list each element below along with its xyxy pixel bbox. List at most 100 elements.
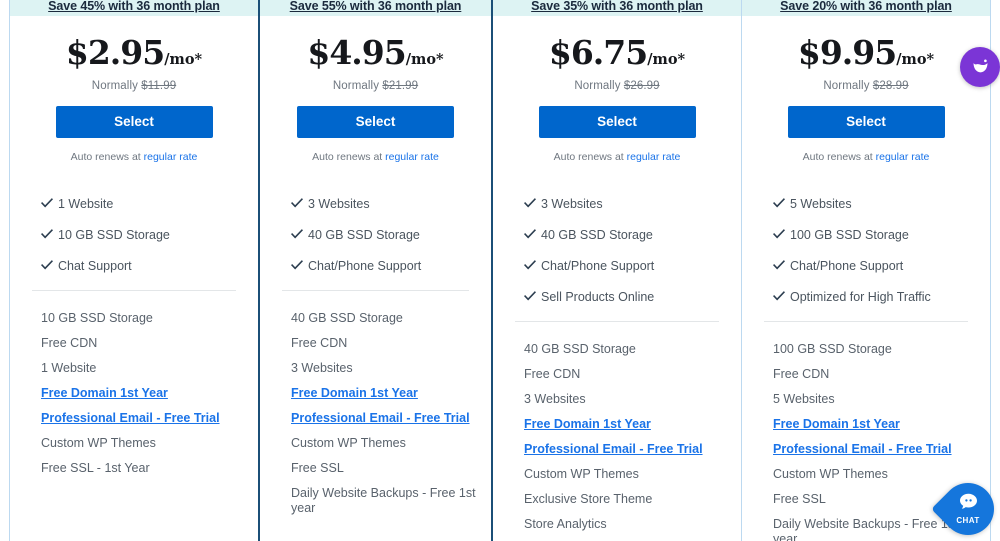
- plan-highlight-item: Optimized for High Traffic: [773, 290, 990, 305]
- plan-renew-note: Auto renews at regular rate: [553, 151, 681, 163]
- check-icon: [41, 197, 53, 211]
- plan-savings-ribbon: Save 55% with 36 month plan: [260, 0, 491, 16]
- plan-highlights-list: 3 Websites 40 GB SSD Storage Chat/Phone Su…: [260, 197, 491, 274]
- plan-highlight-item: 40 GB SSD Storage: [291, 228, 491, 243]
- plan-feature-item: Custom WP Themes: [773, 467, 888, 481]
- plan-highlight-label: 40 GB SSD Storage: [541, 228, 653, 242]
- plan-highlight-label: Chat/Phone Support: [790, 259, 904, 273]
- plan-highlight-item: Chat/Phone Support: [524, 259, 741, 274]
- plan-price: $4.95/mo*: [307, 33, 444, 72]
- select-button[interactable]: Select: [297, 106, 454, 138]
- plan-highlight-label: 5 Websites: [790, 197, 852, 211]
- check-icon: [773, 197, 785, 211]
- check-icon: [524, 259, 536, 273]
- plan-card-4[interactable]: Save 20% with 36 month plan $9.95/mo* No…: [741, 0, 991, 541]
- plan-feature-item: Free SSL: [773, 492, 826, 506]
- plan-feature-item: 100 GB SSD Storage: [773, 342, 892, 356]
- plan-feature-item: 40 GB SSD Storage: [524, 342, 636, 356]
- plan-card-3[interactable]: Save 35% with 36 month plan $6.75/mo* No…: [492, 0, 742, 541]
- select-button[interactable]: Select: [787, 106, 945, 138]
- plan-savings-ribbon: Save 45% with 36 month plan: [10, 0, 258, 16]
- regular-rate-link[interactable]: regular rate: [876, 151, 930, 163]
- plan-renew-note: Auto renews at regular rate: [802, 151, 930, 163]
- plan-feature-item: 3 Websites: [524, 392, 586, 406]
- plan-price-suffix: /mo*: [896, 51, 935, 68]
- check-icon: [291, 259, 303, 273]
- plan-feature-item: Custom WP Themes: [291, 436, 406, 450]
- plan-renew-note: Auto renews at regular rate: [312, 151, 439, 163]
- plan-highlights-list: 3 Websites 40 GB SSD Storage Chat/Phone Su…: [493, 197, 741, 305]
- chat-bubble-icon: [959, 493, 978, 515]
- plan-card-2[interactable]: Save 55% with 36 month plan $4.95/mo* No…: [258, 0, 493, 541]
- plan-price-suffix: /mo*: [405, 51, 444, 68]
- plan-savings-ribbon: Save 35% with 36 month plan: [493, 0, 741, 16]
- plan-highlight-label: Chat Support: [58, 259, 132, 273]
- plan-highlight-label: Chat/Phone Support: [541, 259, 655, 273]
- plan-features-list: 40 GB SSD Storage Free CDN 3 Websites Free …: [493, 322, 741, 541]
- plan-price: $2.95/mo*: [65, 33, 203, 72]
- plan-card-1[interactable]: Save 45% with 36 month plan $2.95/mo* No…: [9, 0, 259, 541]
- wistia-badge-button[interactable]: [960, 47, 1000, 87]
- plan-highlight-label: 10 GB SSD Storage: [58, 228, 170, 242]
- plan-feature-item: Custom WP Themes: [524, 467, 639, 481]
- check-icon: [773, 290, 785, 304]
- plan-normal-price: Normally $28.99: [823, 80, 909, 92]
- plan-highlight-item: 40 GB SSD Storage: [524, 228, 741, 243]
- regular-rate-link[interactable]: regular rate: [144, 151, 198, 163]
- plan-feature-link[interactable]: Free Domain 1st Year: [773, 417, 958, 432]
- plan-feature-item: Free CDN: [773, 367, 830, 381]
- plan-price-block: $4.95/mo* Normally $21.99 Select Auto re…: [260, 16, 491, 163]
- check-icon: [773, 259, 785, 273]
- plan-highlight-item: 3 Websites: [524, 197, 741, 212]
- plan-highlight-label: 40 GB SSD Storage: [308, 228, 420, 242]
- plan-feature-link[interactable]: Free Domain 1st Year: [41, 386, 226, 401]
- select-button[interactable]: Select: [538, 106, 696, 138]
- plan-highlight-item: 10 GB SSD Storage: [41, 228, 258, 243]
- check-icon: [773, 228, 785, 242]
- pricing-page: Save 45% with 36 month plan $2.95/mo* No…: [0, 0, 1000, 541]
- pricing-plans-row: Save 45% with 36 month plan $2.95/mo* No…: [0, 0, 1000, 541]
- chat-widget-content: CHAT: [942, 483, 994, 535]
- wistia-logo-icon: [970, 57, 991, 78]
- plan-feature-item: 5 Websites: [773, 392, 835, 406]
- plan-feature-link[interactable]: Professional Email - Free Trial: [41, 411, 226, 426]
- regular-rate-link[interactable]: regular rate: [627, 151, 681, 163]
- plan-feature-link[interactable]: Professional Email - Free Trial: [291, 411, 476, 426]
- plan-feature-link[interactable]: Free Domain 1st Year: [524, 417, 709, 432]
- plan-highlight-item: 3 Websites: [291, 197, 491, 212]
- plan-highlights-list: 1 Website 10 GB SSD Storage Chat Support: [10, 197, 258, 274]
- plan-highlight-label: 100 GB SSD Storage: [790, 228, 909, 242]
- plan-highlight-label: 3 Websites: [308, 197, 370, 211]
- check-icon: [524, 228, 536, 242]
- check-icon: [524, 290, 536, 304]
- plan-highlight-label: Sell Products Online: [541, 290, 655, 304]
- plan-highlight-label: 3 Websites: [541, 197, 603, 211]
- check-icon: [41, 259, 53, 273]
- plan-normal-price: Normally $11.99: [91, 80, 177, 92]
- select-button[interactable]: Select: [55, 106, 213, 138]
- chat-widget-button[interactable]: CHAT: [931, 472, 1000, 541]
- plan-feature-link[interactable]: Free Domain 1st Year: [291, 386, 476, 401]
- plan-highlight-item: 1 Website: [41, 197, 258, 212]
- plan-highlight-item: 5 Websites: [773, 197, 990, 212]
- plan-feature-link[interactable]: Professional Email - Free Trial: [524, 442, 709, 457]
- plan-savings-ribbon: Save 20% with 36 month plan: [742, 0, 990, 16]
- plan-normal-price: Normally $26.99: [574, 80, 660, 92]
- plan-feature-link[interactable]: Professional Email - Free Trial: [773, 442, 958, 457]
- plan-normal-price: Normally $21.99: [332, 80, 419, 92]
- plan-feature-item: Free CDN: [524, 367, 581, 381]
- check-icon: [291, 228, 303, 242]
- plan-price: $9.95/mo*: [797, 33, 935, 72]
- plan-price: $6.75/mo*: [548, 33, 686, 72]
- plan-feature-item: 10 GB SSD Storage: [41, 311, 153, 325]
- check-icon: [524, 197, 536, 211]
- chat-widget-label: CHAT: [956, 516, 980, 525]
- plan-highlight-item: Chat Support: [41, 259, 258, 274]
- plan-feature-item: 40 GB SSD Storage: [291, 311, 403, 325]
- plan-highlight-item: 100 GB SSD Storage: [773, 228, 990, 243]
- plan-feature-item: Store Analytics: [524, 517, 607, 531]
- plan-highlight-item: Chat/Phone Support: [773, 259, 990, 274]
- plan-highlight-item: Sell Products Online: [524, 290, 741, 305]
- regular-rate-link[interactable]: regular rate: [385, 151, 439, 163]
- plan-features-list: 10 GB SSD Storage Free CDN 1 Website Free D…: [10, 291, 258, 476]
